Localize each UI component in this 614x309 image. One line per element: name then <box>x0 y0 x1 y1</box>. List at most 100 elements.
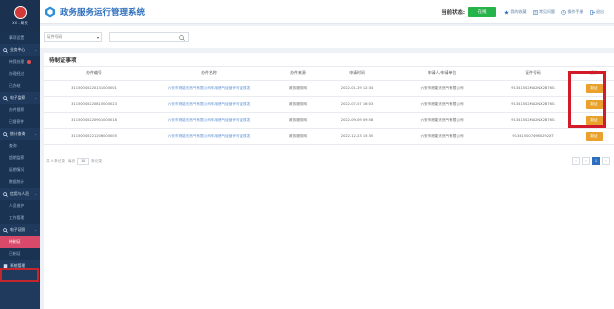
favorites-link[interactable]: 我的收藏 <box>504 9 527 15</box>
sidebar-item[interactable]: 业务中心 ⌄ <box>0 44 40 56</box>
sidebar-item[interactable]: 统计查询 ⌄ <box>0 128 40 140</box>
sidebar-item[interactable]: 已制证 <box>0 248 40 260</box>
cell-cert: 91341502MA2NX2B76G <box>492 96 574 113</box>
manual-link[interactable]: 操作手册 <box>561 9 584 15</box>
current-page-button[interactable]: 1 <box>592 157 600 165</box>
case-name-link[interactable]: 六安市燃能天然气有限公司车用燃气经营许可证核发 <box>144 112 274 129</box>
sidebar-item-label: 工作管理 <box>9 215 25 220</box>
make-certificate-button[interactable]: 制证 <box>585 131 603 141</box>
sidebar-item[interactable]: 电子证照 ⌄ <box>0 224 40 236</box>
sidebar-item[interactable]: 已办结 <box>0 80 40 92</box>
search-icon[interactable] <box>179 34 185 41</box>
column-header: 办件名称 <box>144 67 274 81</box>
sidebar-item[interactable]: 已督察件 <box>0 116 40 128</box>
table-row: 31150045221206000005 六安市燃能天然气有限公司车用燃气经营许可… <box>44 128 614 145</box>
chevron-down-icon: ⌄ <box>34 132 37 136</box>
sidebar-item[interactable]: 待我处理 <box>0 56 40 68</box>
sidebar-item-label: 信用与人员 <box>10 191 29 196</box>
field-select[interactable]: 证件号码 ▾ <box>44 32 102 42</box>
cell-source: 政务服务网 <box>274 96 322 113</box>
cell-applicant: 六安市燃能天然气有限公司 <box>392 80 492 97</box>
first-page-button[interactable]: ‹ <box>582 157 590 165</box>
sidebar-item-label: 已制证 <box>9 251 21 256</box>
sidebar-item-label: 系统管理 <box>10 263 26 268</box>
sidebar-item[interactable]: 办件督察 <box>0 104 40 116</box>
page-size-prefix: 每页 <box>67 158 76 163</box>
pagination-info: 共 4 条记录 每页 10 条记录 <box>46 157 102 165</box>
app-logo-icon <box>45 6 55 17</box>
sidebar-item[interactable]: 事项设置 <box>0 32 40 44</box>
user-panel: XX - 局长 <box>0 0 40 32</box>
sidebar-item-label: 统计查询 <box>10 131 26 136</box>
column-header: 申请时间 <box>322 67 392 81</box>
cell-time: 2022-01-29 12:34 <box>322 80 392 97</box>
next-page-button[interactable]: › <box>602 157 610 165</box>
chevron-down-icon: ▾ <box>96 34 99 40</box>
make-certificate-button[interactable]: 制证 <box>585 83 603 93</box>
page-size-select[interactable]: 10 <box>77 157 90 165</box>
cell-id: 31150045220131000001 <box>44 80 144 97</box>
sidebar-item[interactable]: 超期监察 <box>0 152 40 164</box>
app-root: XX - 局长 事项设置 业务中心 ⌄ 待我处理 办理经过 已办结 电子监察 ⌄ 办件督察 已督察… <box>0 0 614 309</box>
cell-action: 制证 <box>574 128 614 145</box>
sidebar-item-label: 待制证 <box>9 239 21 244</box>
sidebar: XX - 局长 事项设置 业务中心 ⌄ 待我处理 办理经过 已办结 电子监察 ⌄ 办件督察 已督察… <box>0 0 40 309</box>
search-icon <box>3 95 8 101</box>
make-certificate-button[interactable]: 制证 <box>585 115 603 125</box>
faq-label: 常见问题 <box>539 9 555 14</box>
sidebar-item[interactable]: 延期情况 <box>0 164 40 176</box>
sidebar-item[interactable]: 数据统计 <box>0 176 40 188</box>
cell-id: 31150045220815000023 <box>44 96 144 113</box>
cell-time: 2022-12-23 15:35 <box>322 128 392 145</box>
status-online-button[interactable]: 在线 <box>468 7 496 17</box>
total-records: 共 4 条记录 <box>46 158 65 163</box>
sidebar-item-label: 人员维护 <box>9 203 25 208</box>
table-body: 31150045220131000001 六安市燃能天然气有限公司车用燃气经营许可… <box>44 80 614 145</box>
sidebar-item-label: 办理经过 <box>9 71 25 76</box>
sidebar-item[interactable]: 办理经过 <box>0 68 40 80</box>
page-controls: ‹ ‹ 1 › <box>570 157 610 165</box>
faq-link[interactable]: 常见问题 <box>533 9 555 15</box>
cell-source: 政务服务网 <box>274 128 322 145</box>
case-name-link[interactable]: 六安市燃能天然气有限公司车用燃气经营许可证核发 <box>144 128 274 145</box>
cell-id: 31150045220901000018 <box>44 112 144 129</box>
avatar[interactable] <box>13 6 27 19</box>
sidebar-item[interactable]: 电子监察 ⌄ <box>0 92 40 104</box>
sidebar-item-label: 电子监察 <box>10 95 26 100</box>
column-header: 申请人/申请单位 <box>392 67 492 81</box>
field-select-value: 证件号码 <box>47 34 63 39</box>
search-icon <box>3 47 8 53</box>
make-certificate-button[interactable]: 制证 <box>585 99 603 109</box>
table-row: 31150045220901000018 六安市燃能天然气有限公司车用燃气经营许可… <box>44 112 614 129</box>
sidebar-item[interactable]: 信用与人员 ⌄ <box>0 188 40 200</box>
pending-table: 办件编号 办件名称 办件来源 申请时间 申请人/申请单位 证件号码 操作 311500452… <box>44 67 614 145</box>
logout-link[interactable]: 退出 <box>589 9 604 15</box>
sidebar-item-label: 超期监察 <box>9 155 25 160</box>
filter-bar: 证件号码 ▾ <box>40 26 614 48</box>
sidebar-item[interactable]: 系统管理 <box>0 260 40 272</box>
doc-icon <box>3 263 8 269</box>
panel-title: 待制证事项 <box>44 53 614 67</box>
cell-applicant: 六安市燃能天然气有限公司 <box>392 96 492 113</box>
header-right: 当前状态: 在线 我的收藏 常见问题 操作手册 退出 <box>441 0 610 24</box>
exit-icon <box>589 9 595 15</box>
search-input[interactable] <box>109 32 189 42</box>
notification-badge <box>27 60 32 64</box>
table-header-row: 办件编号 办件名称 办件来源 申请时间 申请人/申请单位 证件号码 操作 <box>44 67 614 81</box>
clock-icon <box>561 9 566 15</box>
prev-page-button[interactable]: ‹ <box>572 157 580 165</box>
star-icon <box>504 9 509 15</box>
case-name-link[interactable]: 六安市燃能天然气有限公司车用燃气经营许可证核发 <box>144 80 274 97</box>
sidebar-item[interactable]: 查询 <box>0 140 40 152</box>
sidebar-item[interactable]: 人员维护 <box>0 200 40 212</box>
cell-action: 制证 <box>574 96 614 113</box>
sidebar-item[interactable]: 工作管理 <box>0 212 40 224</box>
sidebar-item-label: 延期情况 <box>9 167 25 172</box>
table-row: 31150045220131000001 六安市燃能天然气有限公司车用燃气经营许可… <box>44 80 614 97</box>
chevron-down-icon: ⌄ <box>34 48 37 52</box>
cell-cert: 91341502MA2NX2B76G <box>492 112 574 129</box>
sidebar-item[interactable]: 待制证 <box>0 236 40 248</box>
case-name-link[interactable]: 六安市燃能天然气有限公司车用燃气经营许可证核发 <box>144 96 274 113</box>
chevron-down-icon: ⌄ <box>34 228 37 232</box>
cell-applicant: 六安市燃能天然气有限公司 <box>392 112 492 129</box>
